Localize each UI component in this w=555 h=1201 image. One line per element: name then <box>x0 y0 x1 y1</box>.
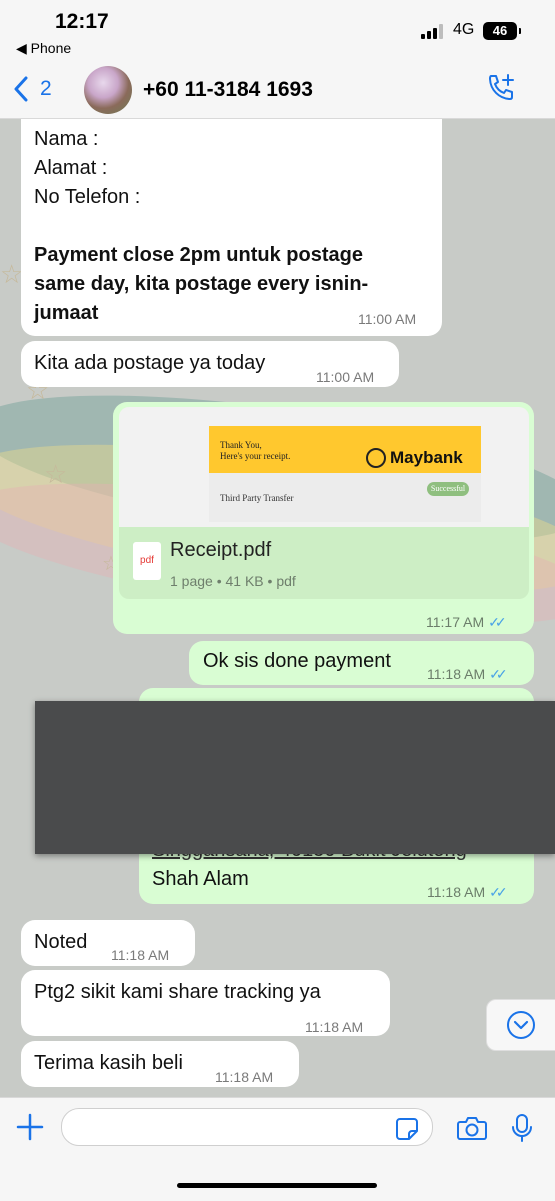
chat-header: 2 +60 11-3184 1693 <box>0 64 555 119</box>
receipt-card: Thank You, Here's your receipt. Maybank … <box>209 426 481 522</box>
composer-bar <box>0 1097 555 1201</box>
message-text: Ptg2 sikit kami share tracking ya <box>34 981 321 1003</box>
contact-name[interactable]: +60 11-3184 1693 <box>143 78 313 102</box>
chevron-left-icon <box>14 76 28 102</box>
message-line: No Telefon : <box>34 186 141 208</box>
bank-logo: Maybank <box>366 443 463 472</box>
message-bubble-incoming[interactable]: Kita ada postage ya today 11:00 AM <box>21 341 399 387</box>
message-time-row: 11:18 AM ✓✓ <box>427 660 508 689</box>
message-bold-text: Payment close 2pm untuk postage same day… <box>34 244 369 324</box>
document-message[interactable]: Thank You, Here's your receipt. Maybank … <box>113 402 534 634</box>
redaction-overlay <box>35 701 555 854</box>
attach-button[interactable] <box>15 1112 45 1147</box>
star-decoration: ☆ <box>44 459 68 489</box>
message-time: 11:18 AM <box>427 666 486 682</box>
file-meta: 1 page • 41 KB • pdf <box>170 573 296 589</box>
receipt-thanks-line: Thank You, <box>220 440 262 450</box>
pdf-icon: pdf <box>133 542 161 580</box>
message-text: Noted <box>34 931 88 953</box>
chat-area[interactable]: ☆ ☆ ☆ ☆ Nama : Alamat : No Telefon : Pay… <box>0 119 555 1097</box>
message-time: 11:00 AM <box>316 369 375 385</box>
message-time: 11:00 AM <box>358 311 417 327</box>
message-line: Nama : <box>34 128 99 150</box>
network-type: 4G <box>453 21 475 38</box>
bank-name: Maybank <box>390 448 463 467</box>
receipt-thanks-line: Here's your receipt. <box>220 451 291 461</box>
message-time: 11:18 AM <box>215 1069 274 1085</box>
transfer-type: Third Party Transfer <box>220 493 294 503</box>
scroll-to-bottom-button[interactable] <box>486 999 555 1051</box>
message-time: 11:18 AM <box>427 884 486 900</box>
battery-icon: 46 <box>483 22 521 40</box>
message-bubble-incoming[interactable]: Noted 11:18 AM <box>21 920 195 966</box>
message-bubble-incoming[interactable]: Ptg2 sikit kami share tracking ya 11:18 … <box>21 970 390 1036</box>
receipt-thanks: Thank You, Here's your receipt. <box>220 440 290 462</box>
add-call-button[interactable] <box>485 72 517 109</box>
file-name: Receipt.pdf <box>170 539 272 561</box>
receipt-preview[interactable]: Thank You, Here's your receipt. Maybank … <box>119 407 529 527</box>
message-bubble-incoming[interactable]: Terima kasih beli 11:18 AM <box>21 1041 299 1087</box>
chevron-down-icon <box>507 1011 535 1039</box>
message-bubble-incoming[interactable]: Nama : Alamat : No Telefon : Payment clo… <box>21 119 442 336</box>
message-text: Nama : Alamat : No Telefon : Payment clo… <box>34 125 414 328</box>
status-badge: Successful <box>427 482 469 496</box>
message-text: Terima kasih beli <box>34 1052 183 1074</box>
read-ticks-icon: ✓✓ <box>489 666 508 682</box>
message-time-row: 11:17 AM ✓✓ <box>426 608 507 637</box>
message-text: Kita ada postage ya today <box>34 352 266 374</box>
message-text: Ok sis done payment <box>203 650 391 672</box>
microphone-icon <box>512 1114 532 1142</box>
message-text: Shah Alam <box>152 868 249 890</box>
status-bar: 12:17 ◀ Phone 4G 46 <box>0 0 555 64</box>
receipt-banner: Thank You, Here's your receipt. Maybank <box>209 426 481 473</box>
camera-button[interactable] <box>457 1115 487 1146</box>
star-decoration: ☆ <box>0 259 24 289</box>
message-time: 11:18 AM <box>111 947 170 963</box>
file-row[interactable]: pdf Receipt.pdf 1 page • 41 KB • pdf <box>119 527 529 599</box>
message-time: 11:18 AM <box>305 1019 364 1035</box>
message-time: 11:17 AM <box>426 614 485 630</box>
add-call-icon <box>489 74 514 100</box>
read-ticks-icon: ✓✓ <box>488 614 507 630</box>
unread-count: 2 <box>40 77 52 100</box>
avatar[interactable] <box>84 66 132 114</box>
back-button[interactable]: 2 <box>14 76 52 102</box>
clock: 12:17 <box>55 10 109 33</box>
back-to-app-link[interactable]: ◀ Phone <box>16 40 71 57</box>
sticker-icon <box>396 1118 418 1140</box>
plus-icon <box>16 1113 44 1141</box>
message-bubble-outgoing[interactable]: Ok sis done payment 11:18 AM ✓✓ <box>189 641 534 685</box>
message-line: Alamat : <box>34 157 108 179</box>
tiger-logo-icon <box>366 447 386 468</box>
message-time-row: 11:18 AM ✓✓ <box>427 878 508 907</box>
home-indicator[interactable] <box>177 1183 377 1188</box>
signal-icon <box>421 24 443 39</box>
camera-icon <box>457 1117 487 1140</box>
read-ticks-icon: ✓✓ <box>489 884 508 900</box>
message-input[interactable] <box>61 1108 433 1146</box>
sticker-button[interactable] <box>395 1117 419 1146</box>
voice-record-button[interactable] <box>511 1113 533 1148</box>
